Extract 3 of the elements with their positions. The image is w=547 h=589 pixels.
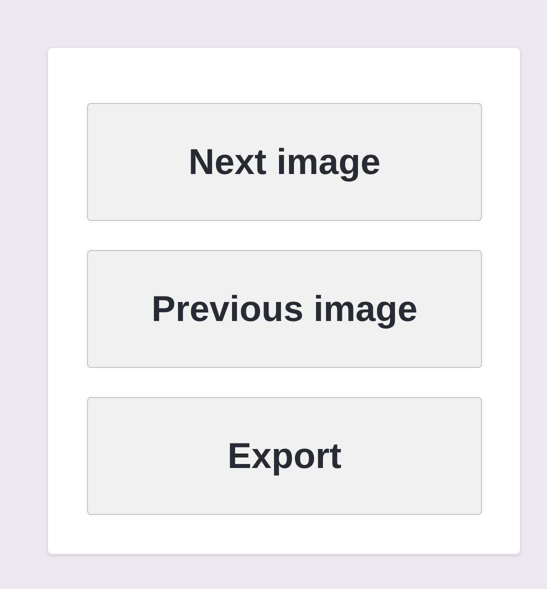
action-button[interactable]: Next image xyxy=(87,103,482,221)
action-button[interactable]: Export xyxy=(87,397,482,515)
action-button[interactable]: Previous image xyxy=(87,250,482,368)
